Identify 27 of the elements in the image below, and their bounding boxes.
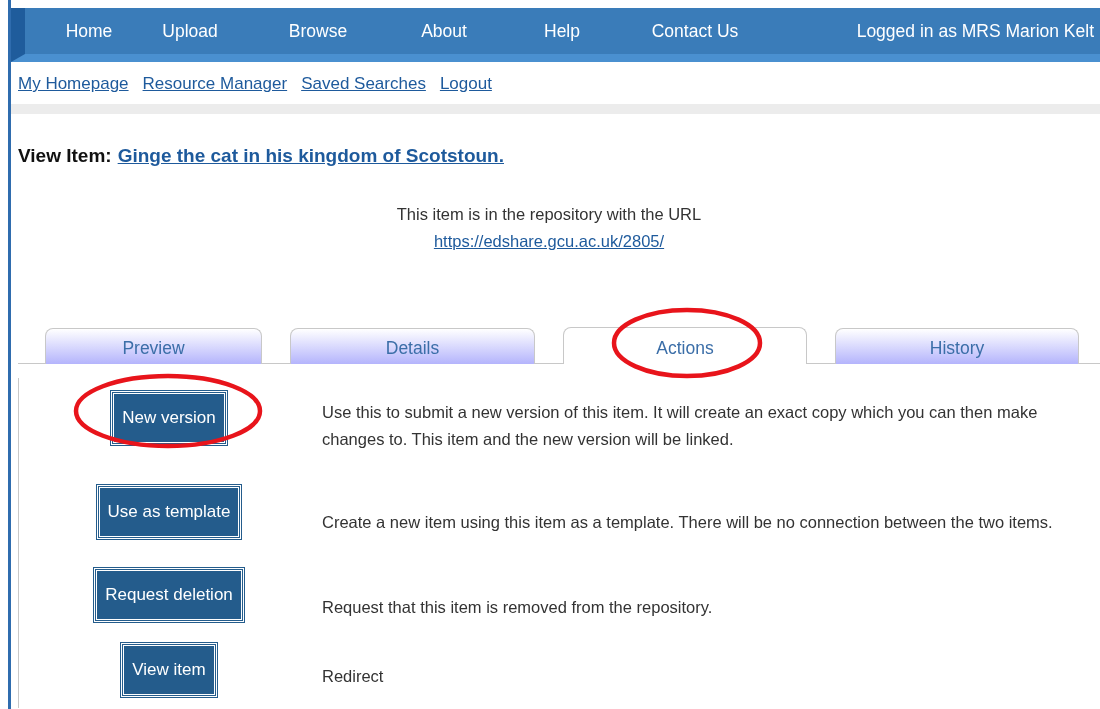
user-link[interactable]: Logout — [439, 74, 492, 94]
tab[interactable]: Details — [290, 328, 535, 364]
action-description: Create a new item using this item as a template. There will be no connection between the two items. — [321, 511, 1054, 533]
item-title-link[interactable]: Ginge the cat in his kingdom of Scotstoun. — [117, 145, 504, 167]
user-link[interactable]: Saved Searches — [301, 74, 426, 94]
user-link[interactable]: My Homepage — [18, 74, 129, 94]
nav-link[interactable]: Upload — [127, 20, 253, 42]
nav-link[interactable]: About — [383, 20, 505, 42]
action-button[interactable]: View item — [121, 643, 217, 697]
action-button[interactable]: New version — [111, 391, 227, 445]
action-button[interactable]: Use as template — [96, 485, 242, 539]
user-link[interactable]: Resource Manager — [142, 74, 288, 94]
tab[interactable]: Actions — [563, 327, 807, 364]
nav-link[interactable]: Contact Us — [619, 20, 771, 42]
action-description: Redirect — [321, 665, 385, 687]
tab[interactable]: Preview — [45, 328, 262, 364]
item-url-link[interactable]: https://edshare.gcu.ac.uk/2805/ — [433, 232, 665, 251]
nav-link[interactable]: Help — [505, 20, 619, 42]
view-item-label: View Item: — [18, 145, 112, 167]
repository-note: This item is in the repository with the URL — [396, 205, 702, 224]
action-button[interactable]: Request deletion — [94, 568, 244, 622]
nav-link[interactable]: Browse — [253, 20, 383, 42]
tab[interactable]: History — [835, 328, 1079, 364]
action-description: Request that this item is removed from the repository. — [321, 596, 714, 618]
nav-link[interactable]: Home — [51, 20, 127, 42]
logged-in-user-text: Logged in as MRS Marion Kelt — [856, 20, 1095, 42]
action-description: Use this to submit a new version of this item. It will create an exact copy which you can then make changes to. This item and the new version will be linked. — [321, 402, 1039, 450]
